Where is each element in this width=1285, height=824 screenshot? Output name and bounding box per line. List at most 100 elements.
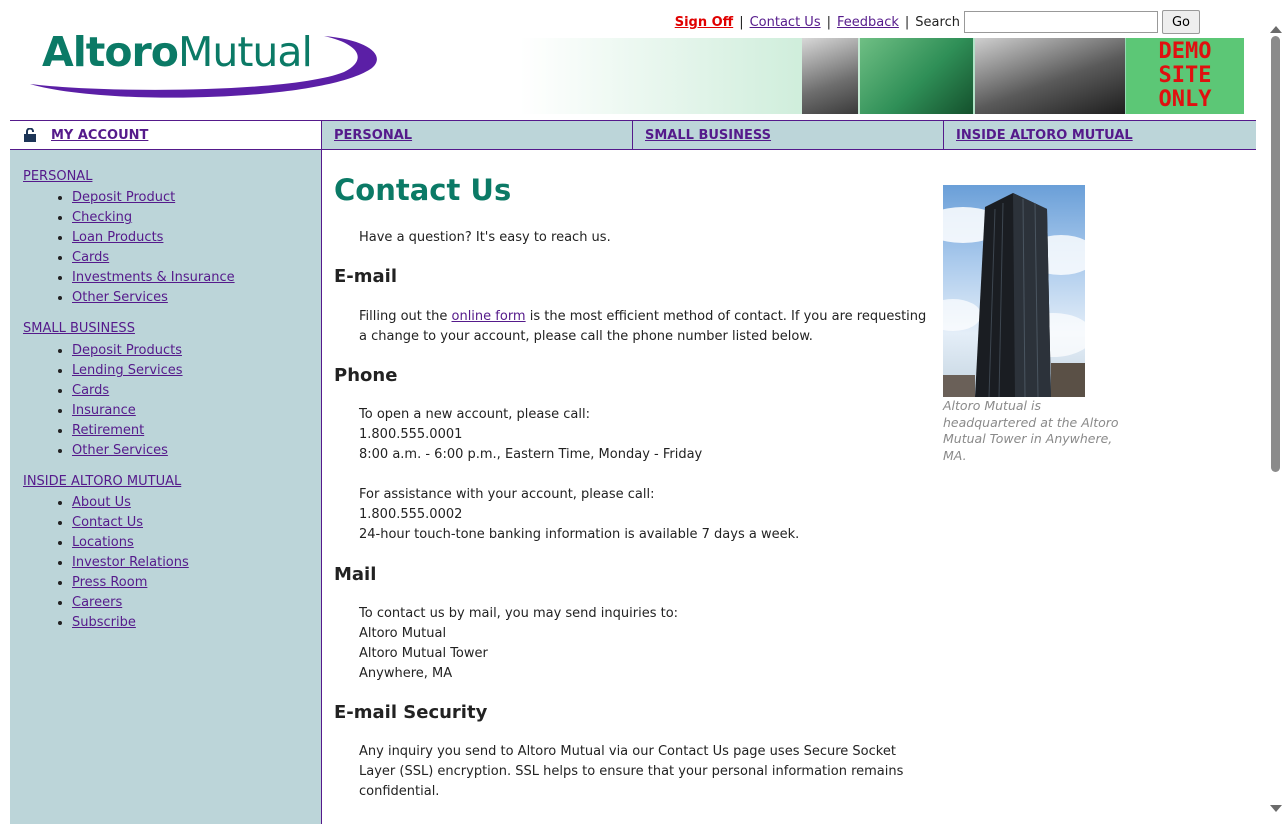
altoro-tower-image — [943, 185, 1085, 397]
scroll-up-arrow-icon[interactable] — [1270, 26, 1282, 33]
logo-text: AltoroMutual — [42, 28, 313, 76]
personal-tab-link[interactable]: PERSONAL — [334, 128, 412, 143]
sidebar-item-loan-products[interactable]: Loan Products — [72, 230, 163, 245]
sidebar-item-cards[interactable]: Cards — [72, 250, 109, 265]
sidebar-item-deposit-products[interactable]: Deposit Products — [72, 343, 182, 358]
list-item: Checking — [72, 208, 235, 228]
email-security-text: Any inquiry you send to Altoro Mutual vi… — [359, 744, 904, 799]
assistance-hours: 24-hour touch-tone banking information i… — [359, 527, 800, 542]
list-item: Subscribe — [72, 613, 189, 633]
tab-inside-altoro: INSIDE ALTORO MUTUAL — [944, 121, 1256, 149]
sidebar: PERSONAL Deposit Product Checking Loan P… — [10, 150, 322, 824]
intro-text: Have a question? It's easy to reach us. — [359, 230, 611, 245]
tower-photo — [943, 193, 1085, 397]
sidebar-section-personal[interactable]: PERSONAL — [23, 169, 92, 184]
scrollbar-thumb[interactable] — [1271, 36, 1280, 472]
email-heading: E-mail — [334, 266, 398, 287]
tab-small-business: SMALL BUSINESS — [633, 121, 944, 149]
list-item: Contact Us — [72, 513, 189, 533]
mail-line: Altoro Mutual — [359, 626, 447, 641]
assistance-number: 1.800.555.0002 — [359, 507, 463, 522]
list-item: Other Services — [72, 288, 235, 308]
tower-caption: Altoro Mutual is headquartered at the Al… — [943, 398, 1119, 463]
my-account-link[interactable]: MY ACCOUNT — [51, 128, 148, 143]
list-item: Careers — [72, 593, 189, 613]
list-item: Loan Products — [72, 228, 235, 248]
small-business-tab-link[interactable]: SMALL BUSINESS — [645, 128, 771, 143]
tab-personal: PERSONAL — [322, 121, 633, 149]
sidebar-item-lending-services[interactable]: Lending Services — [72, 363, 183, 378]
mail-line: Anywhere, MA — [359, 666, 453, 681]
separator: | — [904, 14, 910, 30]
list-item: Press Room — [72, 573, 189, 593]
sidebar-item-locations[interactable]: Locations — [72, 535, 134, 550]
list-item: Investments & Insurance — [72, 268, 235, 288]
header-banner: DEMO SITE ONLY — [520, 38, 1244, 114]
top-links: Sign Off | Contact Us | Feedback | Searc… — [675, 10, 1200, 34]
sidebar-item-retirement[interactable]: Retirement — [72, 423, 144, 438]
list-item: Retirement — [72, 421, 183, 441]
email-security-heading: E-mail Security — [334, 702, 488, 723]
altoro-mutual-logo[interactable]: AltoroMutual — [24, 28, 380, 102]
mail-heading: Mail — [334, 564, 377, 585]
sidebar-item-press-room[interactable]: Press Room — [72, 575, 147, 590]
list-item: About Us — [72, 493, 189, 513]
sidebar-item-about-us[interactable]: About Us — [72, 495, 131, 510]
new-account-hours: 8:00 a.m. - 6:00 p.m., Eastern Time, Mon… — [359, 447, 703, 462]
list-item: Insurance — [72, 401, 183, 421]
search-label: Search — [915, 14, 960, 30]
online-form-link[interactable]: online form — [452, 309, 526, 324]
lock-icon — [24, 128, 36, 142]
new-account-label: To open a new account, please call: — [359, 407, 590, 422]
list-item: Locations — [72, 533, 189, 553]
sidebar-list-small-business: Deposit Products Lending Services Cards … — [50, 341, 183, 461]
sidebar-item-checking[interactable]: Checking — [72, 210, 132, 225]
demo-site-badge: DEMO SITE ONLY — [1126, 38, 1244, 114]
assistance-label: For assistance with your account, please… — [359, 487, 655, 502]
search-input[interactable] — [963, 11, 1158, 33]
mail-intro: To contact us by mail, you may send inqu… — [359, 606, 679, 621]
feedback-link[interactable]: Feedback — [837, 15, 899, 30]
separator: | — [826, 14, 831, 30]
list-item: Cards — [72, 248, 235, 268]
go-button[interactable]: Go — [1161, 10, 1200, 34]
inside-altoro-tab-link[interactable]: INSIDE ALTORO MUTUAL — [956, 128, 1133, 143]
mail-info: To contact us by mail, you may send inqu… — [359, 604, 929, 684]
sidebar-item-deposit-product[interactable]: Deposit Product — [72, 190, 175, 205]
list-item: Cards — [72, 381, 183, 401]
sidebar-list-personal: Deposit Product Checking Loan Products C… — [50, 188, 235, 308]
page-title: Contact Us — [334, 173, 512, 207]
phone-info: To open a new account, please call: 1.80… — [359, 405, 929, 545]
scroll-down-arrow-icon[interactable] — [1270, 805, 1282, 812]
sidebar-item-investments-insurance[interactable]: Investments & Insurance — [72, 270, 235, 285]
mail-line: Altoro Mutual Tower — [359, 646, 488, 661]
list-item: Deposit Products — [72, 341, 183, 361]
phone-heading: Phone — [334, 365, 398, 386]
sidebar-section-inside-altoro[interactable]: INSIDE ALTORO MUTUAL — [23, 474, 181, 489]
list-item: Other Services — [72, 441, 183, 461]
tab-my-account: MY ACCOUNT — [10, 121, 322, 149]
sidebar-item-investor-relations[interactable]: Investor Relations — [72, 555, 189, 570]
meeting-photo — [975, 38, 1125, 114]
contact-us-link[interactable]: Contact Us — [750, 15, 821, 30]
sidebar-item-contact-us[interactable]: Contact Us — [72, 515, 143, 530]
keyboard-photo — [860, 38, 973, 114]
list-item: Lending Services — [72, 361, 183, 381]
site-header: AltoroMutual Sign Off | Contact Us | Fee… — [0, 0, 1256, 120]
main-nav: MY ACCOUNT PERSONAL SMALL BUSINESS INSID… — [10, 120, 1256, 150]
new-account-number: 1.800.555.0001 — [359, 427, 463, 442]
sidebar-item-other-services[interactable]: Other Services — [72, 290, 168, 305]
woman-photo — [802, 38, 858, 114]
sidebar-item-other-services[interactable]: Other Services — [72, 443, 168, 458]
sidebar-section-small-business[interactable]: SMALL BUSINESS — [23, 321, 135, 336]
sidebar-list-inside-altoro: About Us Contact Us Locations Investor R… — [50, 493, 189, 633]
sidebar-item-careers[interactable]: Careers — [72, 595, 122, 610]
sidebar-item-subscribe[interactable]: Subscribe — [72, 615, 136, 630]
sidebar-item-insurance[interactable]: Insurance — [72, 403, 136, 418]
email-text: Filling out the online form is the most … — [359, 309, 927, 344]
sidebar-item-cards[interactable]: Cards — [72, 383, 109, 398]
sign-off-link[interactable]: Sign Off — [675, 15, 734, 30]
list-item: Investor Relations — [72, 553, 189, 573]
page-scrollbar[interactable] — [1268, 24, 1285, 824]
list-item: Deposit Product — [72, 188, 235, 208]
